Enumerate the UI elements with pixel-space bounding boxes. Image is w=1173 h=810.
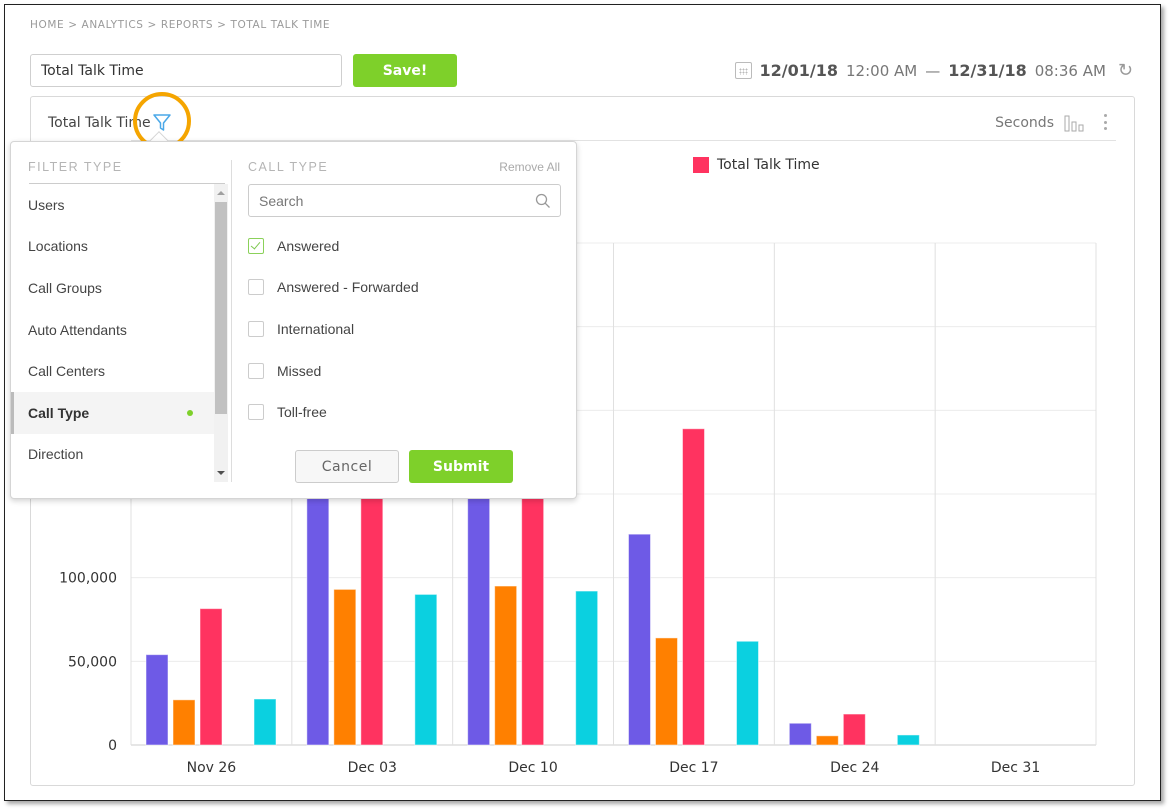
filter-type-item[interactable]: Locations: [11, 226, 214, 268]
y-tick-label: 0: [108, 738, 117, 754]
y-tick-label: 100,000: [59, 571, 117, 587]
call-type-label: Answered: [277, 237, 340, 254]
filter-type-scrollbar[interactable]: [214, 184, 228, 482]
scroll-up-icon[interactable]: [217, 191, 225, 195]
x-tick-label: Dec 10: [508, 760, 557, 776]
call-type-list: Answered Answered - Forwarded Internationa…: [248, 225, 419, 433]
bar: [628, 533, 651, 746]
scroll-thumb[interactable]: [215, 202, 227, 414]
x-tick-label: Nov 26: [187, 760, 237, 776]
bar: [788, 722, 812, 746]
call-type-label: Toll-free: [277, 404, 327, 421]
bar: [842, 713, 866, 746]
bar: [575, 590, 599, 746]
y-tick-label: 50,000: [68, 654, 117, 670]
call-type-search-input[interactable]: [248, 184, 561, 217]
x-tick-label: Dec 17: [669, 760, 718, 776]
filter-type-label: Direction: [28, 446, 84, 463]
remove-all-link[interactable]: Remove All: [499, 160, 560, 174]
call-type-option[interactable]: Toll-free: [248, 391, 419, 433]
filter-type-label: Auto Attendants: [28, 321, 127, 338]
call-type-heading: CALL TYPE: [248, 160, 329, 174]
active-indicator-dot: [187, 409, 193, 416]
submit-button[interactable]: Submit: [409, 450, 513, 483]
filter-type-label: Call Type: [28, 404, 90, 421]
filter-dropdown: FILTER TYPE Users Locations Call Groups Aut…: [10, 141, 577, 499]
filter-type-item[interactable]: Call Centers: [11, 350, 214, 392]
filter-type-column: FILTER TYPE Users Locations Call Groups Aut…: [11, 142, 231, 498]
filter-type-item[interactable]: Users: [11, 184, 214, 226]
filter-type-heading: FILTER TYPE: [28, 160, 123, 174]
column-divider: [231, 160, 232, 482]
checkbox[interactable]: [248, 237, 264, 254]
bar: [414, 593, 438, 746]
search-icon: [535, 193, 550, 208]
filter-type-label: Locations: [28, 238, 88, 255]
bar: [896, 734, 920, 746]
checkbox[interactable]: [248, 279, 264, 296]
filter-type-item[interactable]: Call Type: [11, 391, 214, 434]
call-type-option[interactable]: Answered - Forwarded: [248, 267, 419, 309]
bar: [199, 608, 223, 746]
checkbox[interactable]: [248, 404, 264, 421]
bar: [253, 698, 277, 746]
filter-type-item[interactable]: Auto Attendants: [11, 309, 214, 351]
filter-type-label: Call Groups: [28, 279, 102, 296]
bar: [736, 640, 759, 746]
filter-type-label: Call Centers: [28, 363, 106, 380]
call-type-option[interactable]: Answered: [248, 225, 419, 267]
bar: [145, 654, 169, 746]
call-type-label: Answered - Forwarded: [277, 279, 419, 296]
x-tick-label: Dec 03: [348, 760, 397, 776]
filter-type-item[interactable]: Direction: [11, 434, 214, 476]
call-type-label: International: [277, 320, 355, 337]
filter-type-item[interactable]: Call Groups: [11, 267, 214, 309]
scroll-down-icon[interactable]: [217, 471, 225, 475]
filter-type-label: Users: [28, 196, 65, 213]
bar: [655, 637, 678, 746]
bar: [682, 428, 705, 746]
bar: [333, 588, 357, 746]
x-tick-label: Dec 31: [991, 760, 1040, 776]
checkbox[interactable]: [248, 320, 264, 337]
checkbox[interactable]: [248, 362, 264, 379]
x-tick-label: Dec 24: [830, 760, 879, 776]
bar: [494, 585, 518, 746]
filter-type-list: Users Locations Call Groups Auto Attendants…: [11, 184, 214, 482]
call-type-option[interactable]: International: [248, 308, 419, 350]
call-type-option[interactable]: Missed: [248, 350, 419, 392]
cancel-button[interactable]: Cancel: [295, 450, 399, 483]
bar: [815, 735, 839, 746]
bar: [172, 699, 196, 746]
call-type-label: Missed: [277, 362, 322, 379]
